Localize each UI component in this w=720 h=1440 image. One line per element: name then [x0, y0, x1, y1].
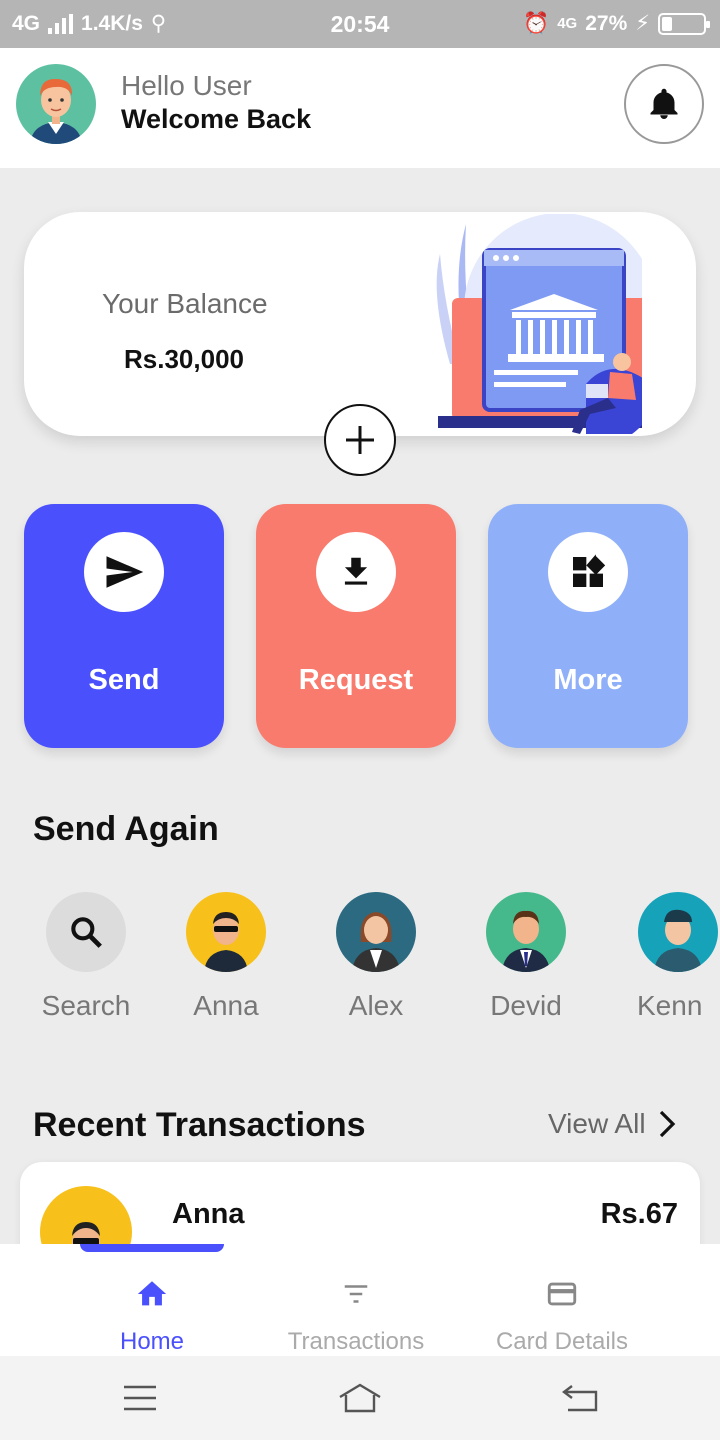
chevron-right-icon	[659, 1110, 675, 1138]
contact-avatar	[486, 892, 566, 972]
contact-name: Anna	[193, 990, 259, 1021]
add-money-button[interactable]	[324, 404, 396, 476]
contact-name: Kenn	[637, 990, 703, 1021]
request-label: Request	[298, 664, 414, 696]
send-icon-circle	[84, 532, 164, 612]
battery-icon	[658, 12, 710, 35]
notifications-button[interactable]	[624, 64, 704, 144]
balance-label: Your Balance	[102, 288, 268, 319]
nav-home-label: Home	[119, 1328, 185, 1355]
widgets-icon	[573, 554, 606, 587]
send-label: Send	[88, 664, 160, 696]
contact-avatar	[336, 892, 416, 972]
send-icon	[106, 556, 144, 588]
contact-kenn[interactable]: Kenn	[600, 892, 720, 1022]
nav-card-details[interactable]: Card Details	[462, 1274, 662, 1356]
active-tab-indicator	[80, 1244, 224, 1252]
welcome-text: Welcome Back	[121, 104, 312, 134]
contact-avatar	[638, 892, 718, 972]
contact-alex[interactable]: Alex	[306, 892, 446, 1022]
download-icon	[344, 557, 368, 585]
view-all-link[interactable]: View All	[548, 1108, 676, 1140]
contact-name: Search	[41, 990, 131, 1021]
user-avatar[interactable]	[16, 64, 96, 144]
more-label: More	[553, 664, 623, 696]
recent-transactions-title: Recent Transactions	[33, 1106, 366, 1144]
plus-icon	[346, 426, 374, 454]
search-icon	[71, 917, 102, 948]
bottom-navigation: Home Transactions Card Details	[0, 1244, 720, 1356]
view-all-label: View All	[548, 1108, 646, 1139]
contact-search[interactable]: Search	[16, 892, 156, 1022]
balance-card: Your Balance Rs.30,000	[24, 212, 696, 436]
credit-card-icon	[547, 1282, 577, 1306]
back-icon	[562, 1385, 598, 1412]
request-button[interactable]: Request	[256, 504, 456, 748]
transaction-amount: Rs.67	[600, 1198, 678, 1230]
home-system-button[interactable]	[336, 1378, 384, 1418]
more-button[interactable]: More	[488, 504, 688, 748]
nav-card-details-label: Card Details	[495, 1328, 629, 1355]
menu-button[interactable]	[118, 1378, 162, 1418]
send-button[interactable]: Send	[24, 504, 224, 748]
system-navigation-bar	[0, 1356, 720, 1440]
bell-icon	[650, 88, 678, 119]
send-again-title: Send Again	[33, 810, 219, 848]
contact-name: Devid	[490, 990, 562, 1021]
back-button[interactable]	[558, 1378, 602, 1418]
battery-percent: 27%	[585, 11, 628, 35]
filter-icon	[344, 1285, 368, 1303]
transaction-name: Anna	[172, 1198, 245, 1230]
contact-anna[interactable]: Anna	[156, 892, 296, 1022]
request-icon-circle	[316, 532, 396, 612]
contact-name: Alex	[348, 990, 404, 1021]
contact-devid[interactable]: Devid	[456, 892, 596, 1022]
charging-icon: ⚡	[635, 12, 650, 35]
home-outline-icon	[339, 1383, 381, 1413]
nav-transactions[interactable]: Transactions	[256, 1274, 456, 1356]
balance-value: Rs.30,000	[124, 344, 244, 374]
search-circle	[46, 892, 126, 972]
status-right: ⏰ 4G 27% ⚡	[523, 11, 710, 36]
status-bar: 4G 1.4K/s ⚲ 20:54 ⏰ 4G 27% ⚡	[0, 0, 720, 48]
nav-transactions-label: Transactions	[287, 1328, 425, 1355]
alarm-icon: ⏰	[523, 11, 550, 35]
greeting-text: Hello User	[121, 70, 252, 101]
network-type-2: 4G	[557, 15, 578, 32]
contact-avatar	[186, 892, 266, 972]
bank-illustration	[436, 214, 642, 434]
menu-icon	[124, 1385, 156, 1411]
nav-home[interactable]: Home	[52, 1274, 252, 1356]
more-icon-circle	[548, 532, 628, 612]
home-icon	[137, 1281, 167, 1306]
app-header: Hello User Welcome Back	[0, 48, 720, 168]
